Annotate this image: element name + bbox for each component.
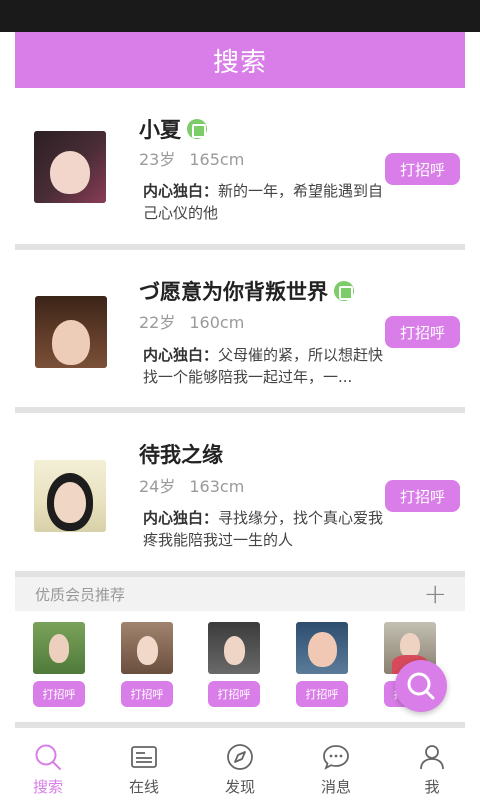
user-avatar[interactable] bbox=[34, 131, 106, 203]
premium-member: 打招呼 bbox=[204, 622, 264, 707]
tab-search[interactable]: 搜索 bbox=[0, 728, 96, 800]
bio-label: 内心独白： bbox=[143, 509, 219, 527]
member-greet-button[interactable]: 打招呼 bbox=[33, 681, 85, 707]
tab-me[interactable]: 我 bbox=[384, 728, 480, 800]
bio-label: 内心独白： bbox=[143, 182, 219, 200]
tab-label: 在线 bbox=[128, 778, 159, 796]
member-avatar[interactable] bbox=[121, 622, 173, 674]
user-avatar[interactable] bbox=[35, 296, 107, 368]
user-meta: 22岁 160cm bbox=[139, 309, 244, 333]
tab-label: 搜索 bbox=[32, 778, 63, 796]
premium-title: 优质会员推荐 bbox=[35, 585, 126, 604]
plus-icon[interactable]: + bbox=[424, 580, 447, 608]
premium-member: 打招呼 bbox=[117, 622, 177, 707]
user-name[interactable]: づ愿意为你背叛世界 bbox=[139, 276, 354, 306]
user-meta: 24岁 163cm bbox=[139, 473, 244, 497]
page-title: 搜索 bbox=[212, 47, 267, 78]
greet-button[interactable]: 打招呼 bbox=[385, 153, 460, 185]
bottom-tab-bar: 搜索 在线 发现 消息 我 bbox=[0, 728, 480, 800]
bio-label: 内心独白： bbox=[143, 346, 219, 364]
premium-member: 打招呼 bbox=[292, 622, 352, 707]
user-height: 163cm bbox=[189, 477, 245, 496]
member-greet-button[interactable]: 打招呼 bbox=[296, 681, 348, 707]
member-avatar[interactable] bbox=[33, 622, 85, 674]
verified-badge-icon bbox=[334, 281, 354, 301]
id-card-icon bbox=[131, 746, 157, 768]
verified-badge-icon bbox=[187, 119, 207, 139]
premium-section-header: 优质会员推荐 + bbox=[15, 577, 465, 611]
member-greet-button[interactable]: 打招呼 bbox=[121, 681, 173, 707]
member-avatar[interactable] bbox=[296, 622, 348, 674]
tab-online[interactable]: 在线 bbox=[96, 728, 192, 800]
user-age: 22岁 bbox=[139, 313, 176, 332]
tab-discover[interactable]: 发现 bbox=[192, 728, 288, 800]
user-card[interactable]: 小夏 23岁 165cm 内心独白：新的一年，希望能遇到自己心仪的他 打招呼 bbox=[15, 88, 465, 244]
user-bio: 内心独白：寻找缘分，找个真心爱我疼我能陪我过一生的人 bbox=[143, 507, 388, 551]
member-avatar[interactable] bbox=[208, 622, 260, 674]
user-meta: 23岁 165cm bbox=[139, 146, 244, 170]
user-height: 165cm bbox=[189, 150, 245, 169]
person-icon bbox=[420, 745, 444, 770]
search-icon bbox=[35, 744, 61, 770]
greet-button[interactable]: 打招呼 bbox=[385, 480, 460, 512]
user-card[interactable]: 待我之缘 24岁 163cm 内心独白：寻找缘分，找个真心爱我疼我能陪我过一生的人… bbox=[15, 413, 465, 571]
floating-search-button[interactable] bbox=[395, 660, 447, 712]
premium-member: 打招呼 bbox=[29, 622, 89, 707]
user-bio: 内心独白：新的一年，希望能遇到自己心仪的他 bbox=[143, 180, 388, 224]
member-greet-button[interactable]: 打招呼 bbox=[208, 681, 260, 707]
user-age: 23岁 bbox=[139, 150, 176, 169]
app-header: 搜索 bbox=[15, 32, 465, 88]
chat-bubble-icon bbox=[323, 745, 349, 770]
user-avatar[interactable] bbox=[34, 460, 106, 532]
tab-label: 我 bbox=[424, 778, 440, 796]
user-name[interactable]: 待我之缘 bbox=[139, 439, 223, 469]
tab-label: 消息 bbox=[320, 778, 351, 796]
user-age: 24岁 bbox=[139, 477, 176, 496]
user-height: 160cm bbox=[189, 313, 245, 332]
user-bio: 内心独白：父母催的紧，所以想赶快找一个能够陪我一起过年，一... bbox=[143, 344, 388, 388]
user-card[interactable]: づ愿意为你背叛世界 22岁 160cm 内心独白：父母催的紧，所以想赶快找一个能够… bbox=[15, 250, 465, 407]
user-name[interactable]: 小夏 bbox=[139, 114, 207, 144]
tab-messages[interactable]: 消息 bbox=[288, 728, 384, 800]
status-bar bbox=[0, 0, 480, 32]
greet-button[interactable]: 打招呼 bbox=[385, 316, 460, 348]
compass-icon bbox=[227, 744, 253, 770]
search-icon bbox=[407, 672, 435, 700]
tab-label: 发现 bbox=[224, 778, 255, 796]
